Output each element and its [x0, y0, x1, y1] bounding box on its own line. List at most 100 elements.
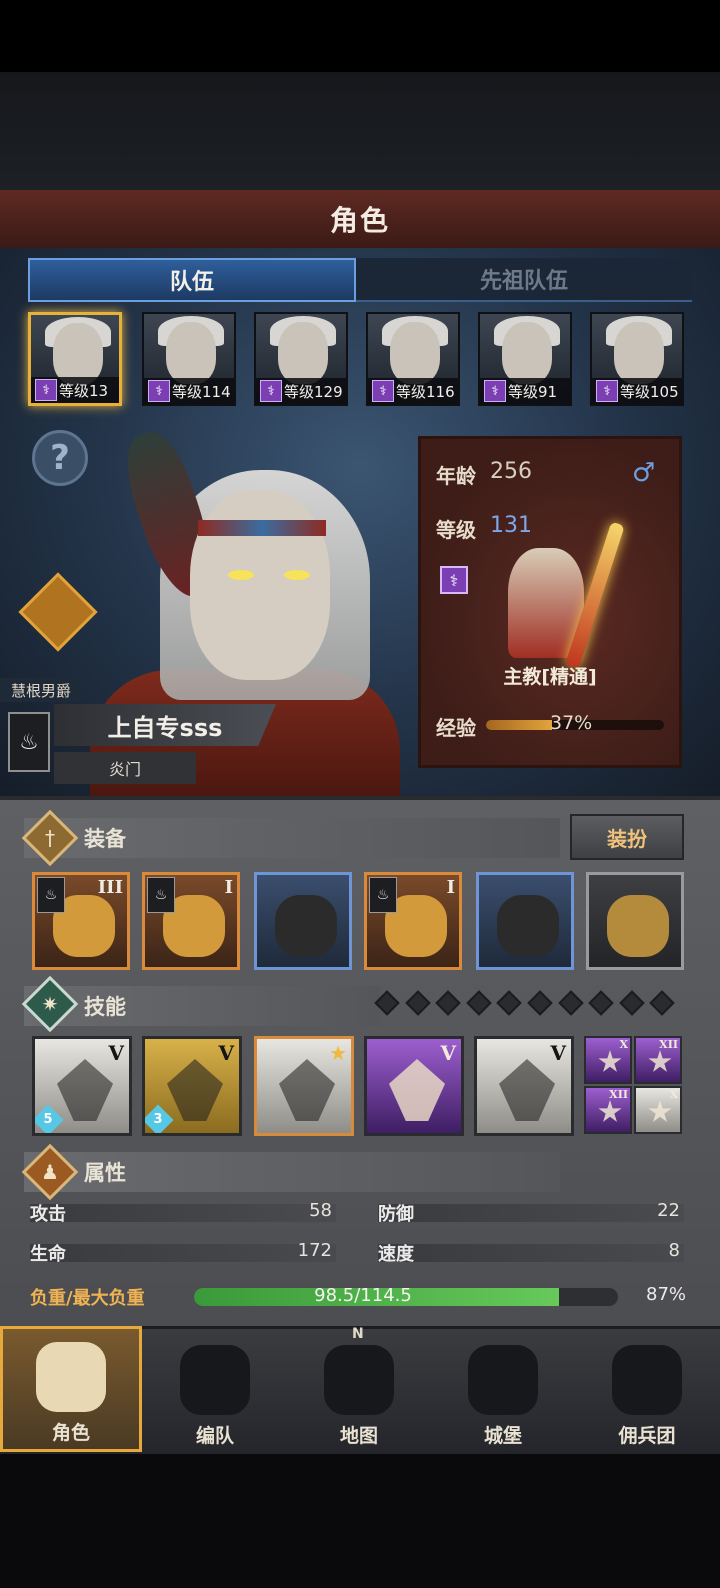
hood-icon [275, 895, 337, 957]
portrait-face [166, 322, 216, 384]
skill-glyph-icon [499, 1059, 555, 1121]
skill-tier: X [619, 1038, 628, 1051]
faction-flag-icon: ♨ [37, 877, 65, 913]
party-member-portrait[interactable]: ⚕ 等级105 [590, 312, 684, 406]
level-label: 等级 [436, 518, 476, 542]
mini-skill-slot[interactable]: X [584, 1036, 632, 1084]
portrait-level: 等级105 [620, 382, 679, 401]
party-member-portrait[interactable]: ⚕ 等级91 [478, 312, 572, 406]
equipment-slot[interactable]: ♨ III [32, 872, 130, 970]
mini-skill-slot[interactable]: X [634, 1086, 682, 1134]
party-member-portrait[interactable]: ⚕ 等级129 [254, 312, 348, 406]
nav-castle[interactable]: 城堡 [432, 1326, 574, 1452]
nav-label: 地图 [339, 1425, 378, 1447]
star-icon: ★ [329, 1041, 347, 1065]
hero-title: 慧根男爵 [0, 678, 82, 702]
class-name[interactable]: 主教[精通] [420, 662, 680, 689]
nav-formation-icon [180, 1345, 250, 1415]
boots-icon [497, 895, 559, 957]
equipment-tier: I [224, 877, 233, 898]
portrait-level-bar: ⚕ 等级91 [480, 378, 570, 404]
party-member-portrait[interactable]: ⚕ 等级114 [142, 312, 236, 406]
portrait-face [502, 322, 552, 384]
party-member-portrait[interactable]: ⚕ 等级116 [366, 312, 460, 406]
skill-tier: XII [659, 1038, 678, 1051]
skill-glyph-icon [598, 1050, 622, 1072]
exp-bar-fill [486, 720, 552, 730]
portrait-face [53, 323, 103, 385]
skill-badge-value: 3 [153, 1112, 163, 1127]
skill-slot[interactable]: V [364, 1036, 464, 1136]
tab-ancestor-team[interactable]: 先祖队伍 [356, 258, 692, 302]
hero-name[interactable]: 上自专sss [54, 704, 276, 746]
hero-headband [198, 520, 326, 536]
skill-tier: V [108, 1041, 124, 1065]
nav-character-icon [36, 1342, 106, 1412]
nav-formation[interactable]: 编队 [144, 1326, 286, 1452]
attack-label: 攻击 [30, 1204, 66, 1225]
class-staff-icon: ⚕ [35, 379, 57, 401]
skill-glyph-icon [57, 1059, 113, 1121]
skill-slot[interactable]: V5 [32, 1036, 132, 1136]
faction-flag-icon[interactable]: ♨ [8, 712, 50, 772]
skill-tier: V [440, 1041, 456, 1065]
equipment-slot[interactable] [586, 872, 684, 970]
skill-badge: 3 [145, 1104, 174, 1133]
nav-castle-icon [468, 1345, 538, 1415]
attack-value: 58 [309, 1200, 332, 1221]
skill-slot[interactable]: V3 [142, 1036, 242, 1136]
nav-mercenary[interactable]: 佣兵团 [576, 1326, 718, 1452]
equipment-tier: III [97, 877, 123, 898]
speed-label: 速度 [378, 1244, 414, 1265]
portrait-level-bar: ⚕ 等级105 [592, 378, 682, 404]
hero-origin: 炎门 [54, 752, 196, 784]
portrait-level: 等级114 [172, 382, 231, 401]
defense-label: 防御 [378, 1204, 414, 1225]
faction-flag-icon: ♨ [147, 877, 175, 913]
skill-slot[interactable]: V [474, 1036, 574, 1136]
skill-tier: XII [609, 1088, 628, 1101]
class-staff-icon: ⚕ [484, 380, 506, 402]
skill-glyph-icon [648, 1100, 672, 1122]
defense-value: 22 [657, 1200, 680, 1221]
skill-tier: V [550, 1041, 566, 1065]
nav-label: 城堡 [483, 1425, 522, 1447]
equipment-slot[interactable]: ♨ I [142, 872, 240, 970]
skill-badge-value: 5 [43, 1112, 53, 1127]
skill-tier: X [669, 1088, 678, 1101]
portrait-face [278, 322, 328, 384]
portrait-level-bar: ⚕ 等级129 [256, 378, 346, 404]
portrait-level-bar: ⚕ 等级13 [31, 377, 119, 403]
nav-map[interactable]: 地图 [288, 1326, 430, 1452]
equipment-slot[interactable] [254, 872, 352, 970]
load-value: 98.5/114.5 [314, 1285, 412, 1306]
mini-skill-slot[interactable]: XII [634, 1036, 682, 1084]
hp-label: 生命 [30, 1244, 66, 1265]
tab-team[interactable]: 队伍 [28, 258, 356, 302]
class-staff-icon: ⚕ [596, 380, 618, 402]
male-icon: ♂ [632, 458, 656, 488]
status-bar-area [0, 0, 720, 72]
skill-glyph-icon [648, 1050, 672, 1072]
equipment-slot[interactable] [476, 872, 574, 970]
age-label: 年龄 [436, 464, 476, 488]
class-staff-icon: ⚕ [148, 380, 170, 402]
help-icon[interactable]: ? [32, 430, 88, 486]
hp-value: 172 [297, 1240, 332, 1261]
portrait-face [390, 322, 440, 384]
skill-glyph-icon [389, 1059, 445, 1121]
portrait-level-bar: ⚕ 等级116 [368, 378, 458, 404]
skill-slot[interactable]: ★ [254, 1036, 354, 1136]
skill-glyph-icon [279, 1059, 335, 1121]
equipment-section-label: 装备 [24, 818, 560, 858]
portrait-level: 等级116 [396, 382, 455, 401]
nav-label: 编队 [195, 1425, 234, 1447]
nav-character[interactable]: 角色 [0, 1326, 142, 1452]
skill-badge: 5 [35, 1104, 64, 1133]
mini-skill-slot[interactable]: XII [584, 1086, 632, 1134]
equipment-slot[interactable]: ♨ I [364, 872, 462, 970]
hero-portrait-face [190, 490, 330, 680]
dress-up-button[interactable]: 装扮 [570, 814, 684, 860]
portrait-level: 等级91 [508, 382, 558, 401]
party-member-portrait[interactable]: ⚕ 等级13 [28, 312, 122, 406]
